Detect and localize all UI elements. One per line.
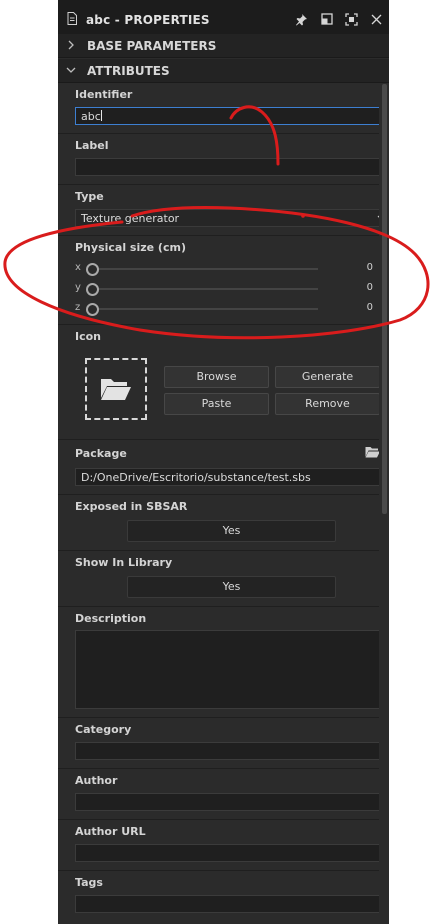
remove-button[interactable]: Remove — [275, 393, 380, 415]
panel-titlebar: abc - PROPERTIES — [58, 0, 389, 38]
document-icon — [67, 12, 77, 25]
tags-input[interactable] — [75, 895, 389, 913]
folder-icon[interactable] — [365, 446, 380, 458]
identifier-input[interactable]: abc — [75, 107, 389, 125]
generate-button[interactable]: Generate — [275, 366, 380, 388]
slider-track — [92, 288, 318, 290]
axis-label: x — [75, 262, 81, 273]
description-label: Description — [75, 612, 147, 625]
section-base-parameters[interactable]: BASE PARAMETERS — [58, 34, 389, 58]
description-textarea[interactable] — [75, 630, 389, 709]
float-window-icon[interactable] — [320, 12, 334, 26]
category-input[interactable] — [75, 742, 389, 760]
type-value: Texture generator — [81, 212, 180, 225]
browse-button[interactable]: Browse — [164, 366, 269, 388]
pin-icon[interactable] — [294, 12, 308, 26]
close-icon[interactable] — [369, 12, 383, 26]
category-label: Category — [75, 723, 132, 736]
divider — [58, 439, 389, 440]
author-url-input[interactable] — [75, 844, 389, 862]
slider-handle[interactable] — [86, 283, 99, 296]
show-in-library-toggle[interactable]: Yes — [127, 576, 336, 598]
slider-value: 0 — [366, 262, 373, 273]
divider — [58, 235, 389, 236]
divider — [58, 550, 389, 551]
scrollbar-thumb[interactable] — [382, 84, 387, 514]
divider — [58, 133, 389, 134]
divider — [58, 768, 389, 769]
author-label: Author — [75, 774, 118, 787]
icon-label: Icon — [75, 330, 102, 343]
panel-title: abc - PROPERTIES — [86, 13, 210, 27]
slider-value: 0 — [366, 282, 373, 293]
properties-panel: abc - PROPERTIES BASE PARAMETERS ATTRIBU… — [58, 0, 389, 924]
section-label: ATTRIBUTES — [87, 64, 170, 78]
physical-size-z-slider[interactable]: z 0 — [75, 301, 389, 317]
physical-size-y-slider[interactable]: y 0 — [75, 281, 389, 297]
axis-label: y — [75, 282, 81, 293]
author-url-label: Author URL — [75, 825, 146, 838]
divider — [58, 819, 389, 820]
slider-handle[interactable] — [86, 303, 99, 316]
type-dropdown[interactable]: Texture generator — [75, 209, 389, 227]
label-label: Label — [75, 139, 109, 152]
icon-preview[interactable] — [85, 358, 147, 420]
package-path-field[interactable]: D:/OneDrive/Escritorio/substance/test.sb… — [75, 468, 389, 486]
slider-handle[interactable] — [86, 263, 99, 276]
label-input[interactable] — [75, 158, 389, 176]
slider-value: 0 — [366, 302, 373, 313]
chevron-right-icon — [68, 40, 74, 50]
physical-size-x-slider[interactable]: x 0 — [75, 261, 389, 277]
show-in-library-label: Show In Library — [75, 556, 173, 569]
divider — [58, 494, 389, 495]
divider — [58, 324, 389, 325]
physical-size-label: Physical size (cm) — [75, 241, 186, 254]
section-label: BASE PARAMETERS — [87, 39, 217, 53]
identifier-label: Identifier — [75, 88, 133, 101]
divider — [58, 870, 389, 871]
divider — [58, 184, 389, 185]
author-input[interactable] — [75, 793, 389, 811]
folder-open-icon — [101, 379, 131, 400]
divider — [58, 606, 389, 607]
tags-label: Tags — [75, 876, 103, 889]
package-label: Package — [75, 447, 127, 460]
maximize-icon[interactable] — [344, 12, 358, 26]
divider — [58, 717, 389, 718]
text-caret — [100, 110, 102, 121]
exposed-in-sbsar-toggle[interactable]: Yes — [127, 520, 336, 542]
slider-track — [92, 308, 318, 310]
chevron-down-icon — [66, 67, 76, 73]
identifier-value: abc — [81, 110, 101, 123]
section-attributes[interactable]: ATTRIBUTES — [58, 59, 389, 83]
paste-button[interactable]: Paste — [164, 393, 269, 415]
type-label: Type — [75, 190, 104, 203]
slider-track — [92, 268, 318, 270]
vertical-scrollbar[interactable] — [379, 84, 389, 924]
exposed-in-sbsar-label: Exposed in SBSAR — [75, 500, 188, 513]
axis-label: z — [75, 302, 81, 313]
